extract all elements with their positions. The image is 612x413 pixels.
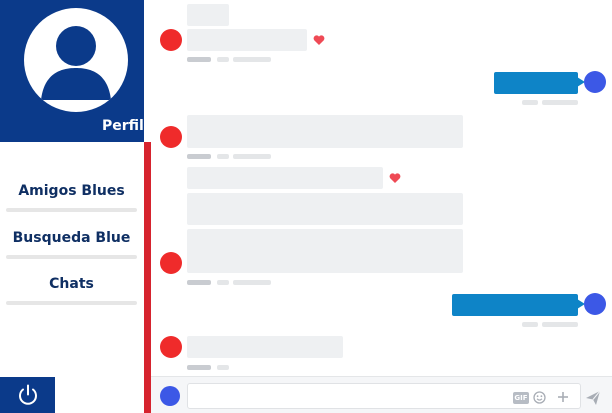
gif-button[interactable]: GIF (513, 392, 529, 404)
nav-divider (6, 208, 137, 212)
contact-avatar[interactable] (160, 252, 182, 274)
nav-divider (6, 255, 137, 259)
sidebar-item-label: Busqueda Blue (12, 230, 131, 246)
message-meta (233, 57, 271, 62)
message-meta (187, 365, 211, 370)
message-meta (542, 100, 578, 105)
power-icon (18, 384, 37, 405)
message-meta (217, 57, 229, 62)
sidebar-item-chats[interactable]: Chats (6, 275, 137, 305)
profile-label[interactable]: Perfil (102, 118, 144, 134)
avatar[interactable] (24, 8, 128, 112)
user-silhouette-icon (41, 26, 111, 100)
logout-button[interactable] (0, 377, 55, 413)
sidebar-item-label: Amigos Blues (18, 183, 125, 199)
message-meta (217, 365, 229, 370)
message-meta (522, 100, 538, 105)
profile-panel[interactable]: Perfil (0, 0, 144, 142)
message-composer: GIF (151, 376, 612, 413)
message-bubble-outgoing[interactable] (494, 72, 578, 94)
self-avatar[interactable] (584, 293, 606, 315)
chat-thread[interactable] (151, 0, 612, 413)
sidebar-item-amigos-blues[interactable]: Amigos Blues (6, 182, 137, 212)
heart-icon[interactable] (313, 34, 325, 46)
heart-icon[interactable] (389, 172, 401, 184)
emoji-icon[interactable] (533, 391, 546, 404)
sidebar: Perfil Amigos Blues Busqueda Blue Chats (0, 0, 144, 413)
sidebar-item-label: Chats (49, 276, 94, 292)
message-meta (542, 322, 578, 327)
contact-avatar[interactable] (160, 126, 182, 148)
message-bubble[interactable] (187, 229, 463, 273)
message-meta (187, 57, 211, 62)
contact-avatar[interactable] (160, 336, 182, 358)
message-bubble[interactable] (187, 336, 343, 358)
message-meta (217, 280, 229, 285)
message-meta (187, 280, 211, 285)
message-meta (233, 154, 271, 159)
nav-divider (6, 301, 137, 305)
message-bubble[interactable] (187, 167, 383, 189)
message-meta (522, 322, 538, 327)
sidebar-item-busqueda-blue[interactable]: Busqueda Blue (6, 229, 137, 259)
message-bubble[interactable] (187, 193, 463, 225)
self-avatar[interactable] (584, 71, 606, 93)
message-meta (187, 154, 211, 159)
message-meta (217, 154, 229, 159)
contact-avatar[interactable] (160, 29, 182, 51)
message-bubble[interactable] (187, 29, 307, 51)
message-meta (233, 280, 271, 285)
send-icon[interactable] (584, 389, 602, 407)
plus-icon[interactable] (555, 389, 571, 405)
accent-bar (144, 142, 151, 413)
self-avatar[interactable] (160, 386, 180, 406)
message-bubble[interactable] (187, 115, 463, 148)
message-bubble-outgoing[interactable] (452, 294, 578, 316)
app-window: Perfil Amigos Blues Busqueda Blue Chats (0, 0, 612, 413)
message-bubble[interactable] (187, 4, 229, 26)
